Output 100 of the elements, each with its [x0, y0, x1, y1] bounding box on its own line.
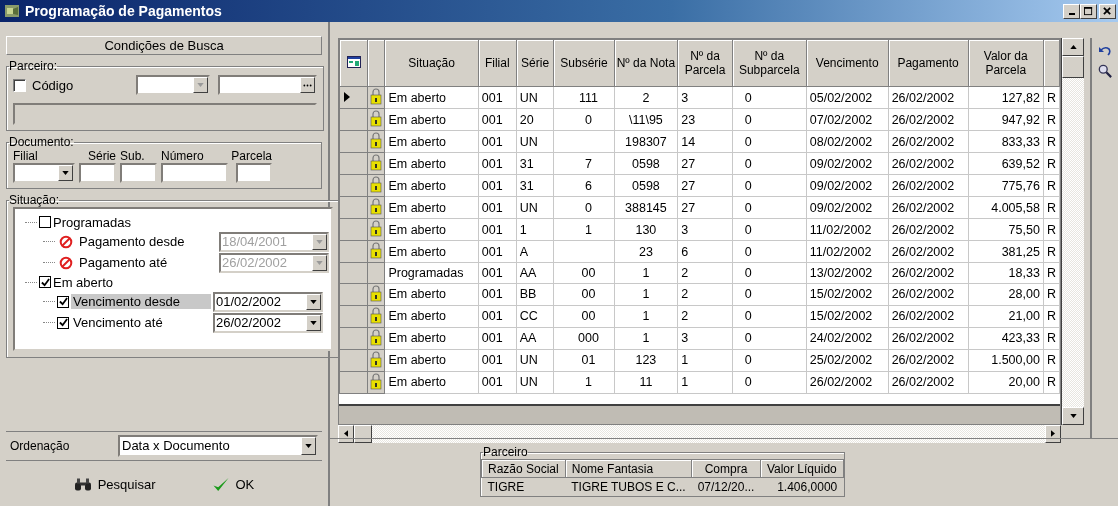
- table-cell: 001: [478, 327, 517, 349]
- column-header[interactable]: Compra: [691, 459, 761, 478]
- search-button[interactable]: Pesquisar: [67, 475, 162, 494]
- panel-header: Condições de Busca: [6, 36, 322, 55]
- column-header[interactable]: Vencimento: [806, 39, 889, 87]
- checkbox[interactable]: [57, 295, 69, 308]
- tree-item[interactable]: Vencimento desde: [71, 294, 211, 309]
- minimize-button[interactable]: [1063, 3, 1080, 19]
- column-header[interactable]: Valor Líquido: [760, 459, 844, 478]
- table-cell: R: [1043, 240, 1060, 263]
- table-cell: 1: [614, 283, 678, 305]
- undo-icon[interactable]: [1098, 44, 1112, 58]
- table-cell: 23: [677, 108, 733, 131]
- field-label: Parcela: [230, 149, 272, 163]
- date-field[interactable]: 26/02/2002: [213, 312, 323, 333]
- table-cell: 0: [732, 327, 807, 349]
- input-field[interactable]: [120, 163, 157, 183]
- table-cell: 09/02/2002: [806, 152, 889, 175]
- table-cell: 0: [732, 371, 807, 393]
- table-cell: Em aberto: [384, 283, 479, 305]
- column-header[interactable]: Nº da Nota: [614, 39, 678, 87]
- close-button[interactable]: [1099, 3, 1116, 19]
- table-cell: 1: [677, 371, 733, 393]
- caret-icon: [310, 320, 317, 325]
- table-cell: 0: [732, 218, 807, 241]
- prohibited-icon: [59, 234, 73, 249]
- table-cell: 14: [677, 130, 733, 153]
- tree-item[interactable]: Vencimento até: [71, 315, 211, 330]
- checkbox[interactable]: [13, 78, 26, 92]
- table-cell: 0: [732, 130, 807, 153]
- search-icon[interactable]: [1098, 64, 1112, 78]
- table-cell: 123: [614, 349, 678, 371]
- table-cell: BB: [516, 283, 554, 305]
- ordering-label: Ordenação: [10, 439, 71, 453]
- date-value: 18/04/2001: [221, 233, 289, 250]
- table-cell: 1: [516, 218, 554, 241]
- input-field[interactable]: [79, 163, 116, 183]
- column-header[interactable]: Nome Fantasia: [565, 459, 692, 478]
- checkbox[interactable]: [39, 216, 51, 228]
- field-label: Sub.: [120, 149, 146, 163]
- column-header[interactable]: Valor da Parcela: [968, 39, 1044, 87]
- table-cell: 001: [478, 174, 517, 197]
- field-label: Série: [87, 149, 116, 163]
- table-cell: 21,00: [968, 305, 1044, 327]
- table-cell: 001: [478, 371, 517, 393]
- scroll-thumb[interactable]: [1062, 56, 1084, 78]
- column-header[interactable]: Situação: [384, 39, 479, 87]
- code-field[interactable]: [218, 75, 317, 95]
- table-cell: 08/02/2002: [806, 130, 889, 153]
- browse-button[interactable]: [300, 77, 315, 93]
- column-header[interactable]: Filial: [478, 39, 517, 87]
- tree-item[interactable]: Programadas: [53, 214, 132, 230]
- right-arrow-icon: [1051, 430, 1055, 437]
- table-cell: 09/02/2002: [806, 196, 889, 219]
- tree-item[interactable]: Em aberto: [53, 274, 113, 290]
- table-cell: AA: [516, 327, 554, 349]
- table-cell: 00: [553, 262, 615, 283]
- maximize-button[interactable]: [1080, 3, 1097, 19]
- table-cell: UN: [516, 130, 554, 153]
- input-field[interactable]: [236, 163, 272, 183]
- table-cell: Em aberto: [384, 349, 479, 371]
- table-cell: 3: [677, 86, 733, 109]
- table-cell: 381,25: [968, 240, 1044, 263]
- ok-button[interactable]: OK: [205, 475, 261, 494]
- column-header[interactable]: Nº da Subparcela: [732, 39, 807, 87]
- table-cell: 111: [553, 86, 615, 109]
- table-cell: 001: [478, 218, 517, 241]
- table-cell: 15/02/2002: [806, 305, 889, 327]
- table-cell: 18,33: [968, 262, 1044, 283]
- table-cell: 0598: [614, 174, 678, 197]
- minimize-icon: [1068, 13, 1075, 15]
- code-dropdown[interactable]: [136, 75, 210, 95]
- grid-settings-icon[interactable]: [346, 55, 361, 68]
- column-header[interactable]: Nº da Parcela: [677, 39, 733, 87]
- table-cell: 0: [732, 305, 807, 327]
- caret-icon: [1069, 413, 1077, 418]
- column-header[interactable]: Pagamento: [888, 39, 969, 87]
- group-label: Situação:: [9, 193, 60, 207]
- date-field[interactable]: 01/02/2002: [213, 291, 323, 312]
- checkbox[interactable]: [57, 316, 69, 329]
- table-cell: UN: [516, 349, 554, 371]
- table-cell: 001: [478, 86, 517, 109]
- table-cell: 2: [677, 262, 733, 283]
- dropdown[interactable]: [13, 163, 75, 183]
- table-cell: Programadas: [384, 262, 479, 283]
- table-cell: 24/02/2002: [806, 327, 889, 349]
- column-header[interactable]: Série: [516, 39, 554, 87]
- table-cell: 26/02/2002: [888, 86, 969, 109]
- ordering-dropdown[interactable]: Data x Documento: [118, 435, 318, 457]
- column-header[interactable]: Razão Social: [481, 459, 566, 478]
- input-field[interactable]: [161, 163, 228, 183]
- row-indicator[interactable]: [339, 86, 368, 109]
- table-cell: Em aberto: [384, 86, 479, 109]
- table-cell: 1: [614, 327, 678, 349]
- table-cell: UN: [516, 371, 554, 393]
- vertical-scrollbar[interactable]: [1061, 38, 1084, 425]
- table-cell: Em aberto: [384, 240, 479, 263]
- prohibited-icon: [59, 255, 73, 270]
- column-header[interactable]: Subsérie: [553, 39, 615, 87]
- checkbox[interactable]: [39, 276, 51, 288]
